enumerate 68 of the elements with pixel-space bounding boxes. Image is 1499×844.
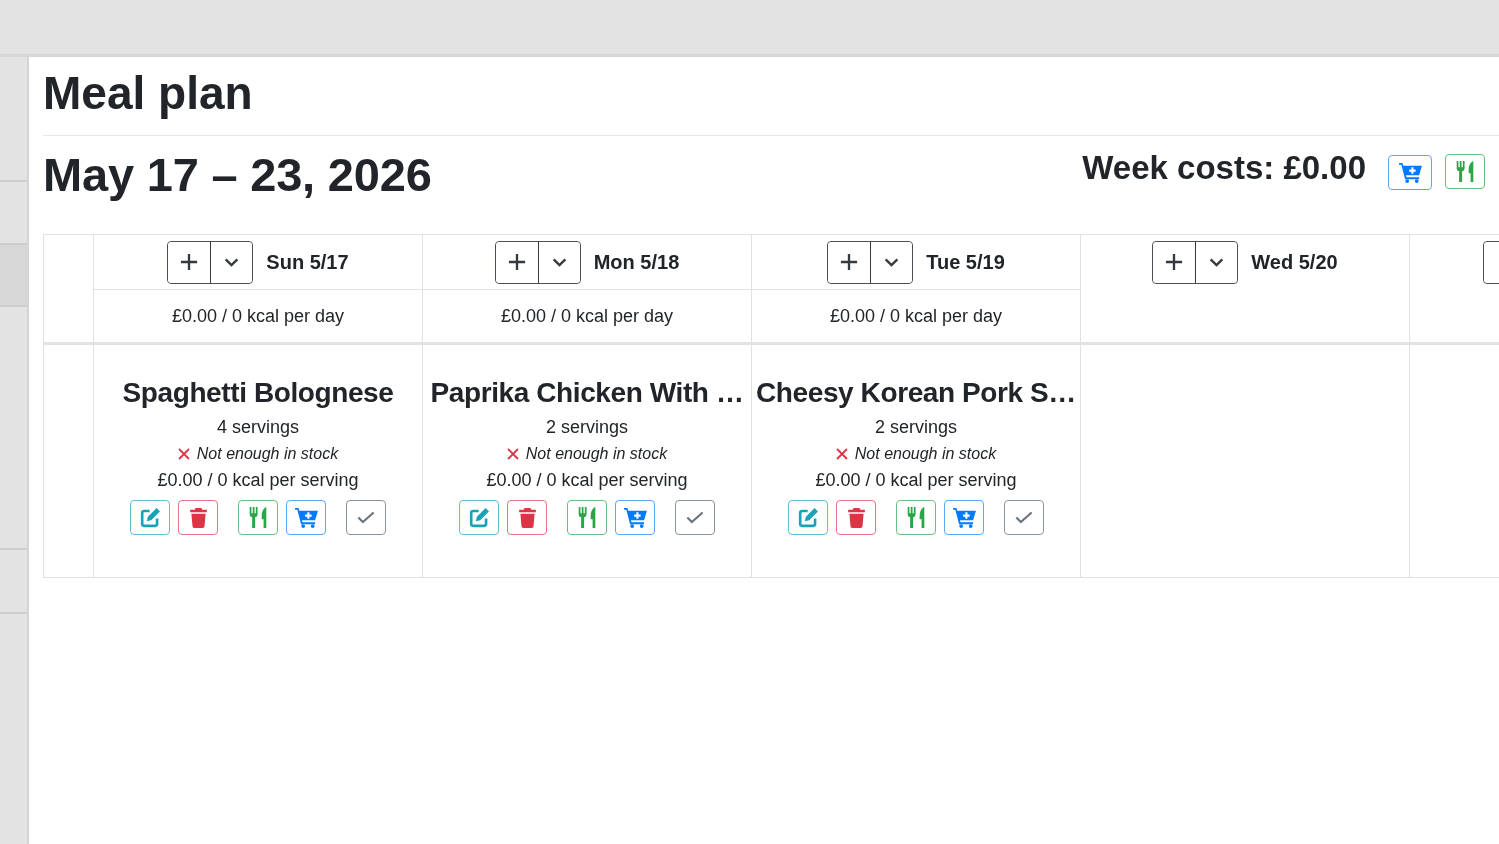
utensils-button[interactable] [567,500,607,535]
dropdown-toggle-button[interactable] [537,241,580,283]
per-serving: £0.00 / 0 kcal per serving [157,469,359,491]
dropdown-toggle-button[interactable] [870,241,913,283]
meal-title: Cheesy Korean Pork S… [756,376,1076,410]
cart-plus-icon [952,507,976,528]
delete-button[interactable] [507,500,547,535]
cart-button[interactable] [944,500,984,535]
meal-title: Spaghetti Bolognese [122,376,394,410]
week-range: May 17 – 23, 2026 [43,148,432,202]
cart-button[interactable] [1388,154,1432,190]
utensils-button[interactable] [1445,153,1485,189]
plus-icon [180,253,199,271]
plus-icon [507,253,526,271]
chevron-down-icon [1209,257,1225,267]
cart-button[interactable] [286,500,326,535]
day-label: Sun 5/17 [266,250,349,274]
stock-status: Not enough in stock [525,445,668,463]
per-serving: £0.00 / 0 kcal per serving [815,469,1017,491]
servings: 2 servings [874,416,957,438]
per-serving: £0.00 / 0 kcal per serving [486,469,688,491]
pencil-square-icon [139,507,161,528]
trash-icon [847,507,865,528]
cart-plus-icon [1398,161,1422,183]
fork-knife-icon [1456,160,1474,182]
trash-icon [518,507,536,528]
check-icon [1015,511,1033,524]
cart-plus-icon [294,507,318,528]
edit-button[interactable] [788,500,828,535]
fork-knife-icon [578,507,596,528]
day-summary-cell: £0.00 / 0 kcal per day [94,289,422,342]
utensils-button[interactable] [896,500,936,535]
delete-button[interactable] [178,500,218,535]
fork-knife-icon [249,507,267,528]
utensils-button[interactable] [238,500,278,535]
check-button[interactable] [346,500,386,535]
dropdown-toggle-button[interactable] [210,241,253,283]
day-label: Mon 5/18 [593,250,680,274]
chevron-down-icon [551,257,567,267]
check-icon [686,511,704,524]
stock-status: Not enough in stock [854,445,997,463]
day-summary-cell: £0.00 / 0 kcal per day [752,289,1080,342]
stock-status: Not enough in stock [196,445,339,463]
plus-icon [1165,253,1184,271]
chevron-down-icon [884,257,900,267]
pencil-square-icon [797,507,819,528]
chevron-down-icon [224,257,240,267]
check-button[interactable] [1004,500,1044,535]
dropdown-toggle-button[interactable] [1195,241,1238,283]
week-costs: Week costs: £0.00 [1082,149,1366,187]
meal-title: Paprika Chicken With … [430,376,744,410]
trash-icon [189,507,207,528]
check-icon [357,511,375,524]
cart-plus-icon [623,507,647,528]
edit-button[interactable] [459,500,499,535]
servings: 2 servings [545,416,628,438]
fork-knife-icon [907,507,925,528]
day-label: Wed 5/20 [1251,250,1338,274]
pencil-square-icon [468,507,490,528]
check-button[interactable] [675,500,715,535]
page-title: Meal plan [43,66,253,121]
cart-button[interactable] [615,500,655,535]
edit-button[interactable] [130,500,170,535]
day-summary-cell: £0.00 / 0 kcal per day [423,289,751,342]
day-label: Tue 5/19 [926,250,1005,274]
plus-icon [840,253,859,271]
servings: 4 servings [216,416,299,438]
delete-button[interactable] [836,500,876,535]
